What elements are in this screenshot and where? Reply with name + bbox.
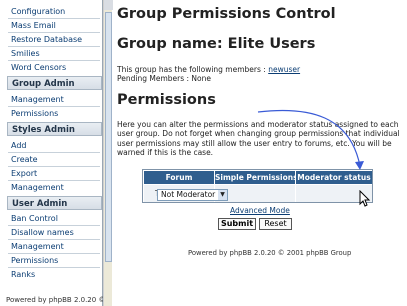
mouse-pointer-icon (359, 190, 371, 207)
sidebar-divider (8, 18, 100, 19)
sidebar-divider (8, 152, 100, 153)
powered-by-footer: Powered by phpBB 2.0.20 © 2001 phpBB Gro… (188, 249, 352, 257)
sidebar-divider (8, 239, 100, 240)
sidebar-item-mass-email[interactable]: Mass Email (11, 21, 56, 30)
sidebar-item-group-permissions[interactable]: Permissions (11, 109, 58, 118)
sidebar-divider (8, 46, 100, 47)
sidebar-divider (8, 267, 100, 268)
sidebar-divider (8, 225, 100, 226)
sidebar-item-styles-management[interactable]: Management (11, 183, 64, 192)
sidebar-item-ranks[interactable]: Ranks (11, 270, 35, 279)
sidebar-item-disallow-names[interactable]: Disallow names (11, 228, 74, 237)
moderator-status-value: Not Moderator (161, 190, 216, 199)
sidebar-item-configuration[interactable]: Configuration (11, 7, 65, 16)
sidebar-divider (8, 253, 100, 254)
sidebar-item-word-censors[interactable]: Word Censors (11, 63, 66, 72)
sidebar-scrollbar[interactable] (103, 0, 113, 306)
sidebar-item-ban-control[interactable]: Ban Control (11, 214, 58, 223)
scroll-up-button[interactable] (104, 0, 113, 10)
sidebar-divider (8, 60, 100, 61)
advanced-mode-link[interactable]: Advanced Mode (230, 206, 290, 215)
sidebar-divider (8, 106, 100, 107)
sidebar-divider (8, 32, 100, 33)
submit-button[interactable]: Submit (218, 218, 256, 230)
page-title: Group Permissions Control (117, 6, 336, 22)
admin-sidebar: Configuration Mass Email Restore Databas… (0, 0, 106, 306)
permissions-heading: Permissions (117, 92, 216, 108)
annotation-arrow-icon (257, 109, 364, 170)
sidebar-divider (8, 166, 100, 167)
sidebar-item-group-management[interactable]: Management (11, 95, 64, 104)
sidebar-divider (8, 180, 100, 181)
sidebar-section-user-admin: User Admin (7, 196, 102, 210)
sidebar-item-smilies[interactable]: Smilies (11, 49, 40, 58)
sidebar-section-styles-admin: Styles Admin (7, 122, 102, 136)
sidebar-footer-text: Powered by phpBB 2.0.20 © (6, 296, 106, 304)
sidebar-item-restore-database[interactable]: Restore Database (11, 35, 82, 44)
group-name-heading: Group name: Elite Users (117, 36, 316, 52)
scrollbar-thumb[interactable] (105, 12, 112, 262)
sidebar-section-group-admin: Group Admin (7, 76, 102, 90)
members-line: This group has the following members : n… (117, 65, 300, 74)
member-link-newuser[interactable]: newuser (268, 65, 300, 74)
dropdown-arrow-icon[interactable]: ▼ (218, 190, 227, 200)
reset-button[interactable]: Reset (259, 218, 292, 230)
sidebar-item-styles-create[interactable]: Create (11, 155, 38, 164)
sidebar-item-user-permissions[interactable]: Permissions (11, 256, 58, 265)
sidebar-item-styles-add[interactable]: Add (11, 141, 27, 150)
moderator-status-select[interactable]: Not Moderator ▼ (157, 189, 228, 201)
members-label: This group has the following members : (117, 65, 269, 74)
pending-members-text: Pending Members : None (117, 74, 211, 83)
column-header-forum: Forum (144, 171, 214, 184)
sidebar-item-styles-export[interactable]: Export (11, 169, 37, 178)
sidebar-item-user-management[interactable]: Management (11, 242, 64, 251)
